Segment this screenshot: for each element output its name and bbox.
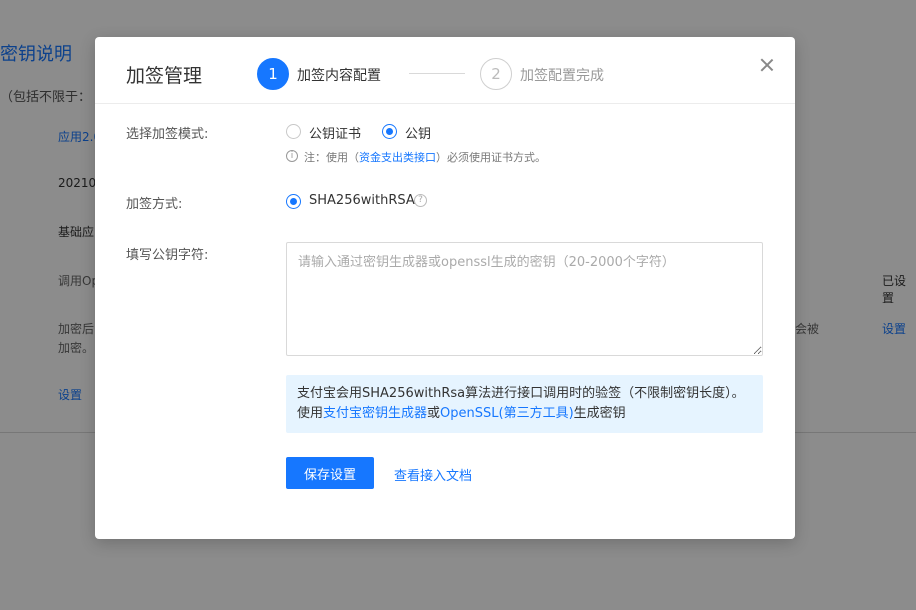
radio-public-key-cert[interactable] (286, 124, 301, 139)
info-text-2: 或 (427, 406, 441, 421)
step-2-label: 加签配置完成 (520, 68, 604, 84)
save-button[interactable]: 保存设置 (286, 457, 374, 489)
question-icon[interactable]: ? (414, 194, 427, 207)
info-box: 支付宝会用SHA256withRsa算法进行接口调用时的验签（不限制密钥长度）。… (286, 375, 763, 433)
public-key-textarea[interactable] (286, 242, 763, 356)
modal-header: 加签管理 1 加签内容配置 2 加签配置完成 (95, 37, 795, 104)
radio-sha256withrsa-label[interactable]: SHA256withRSA (309, 193, 415, 208)
info-text-3: 生成密钥 (573, 406, 626, 421)
key-generator-link[interactable]: 支付宝密钥生成器 (323, 406, 427, 421)
step-2-indicator: 2 (480, 58, 512, 90)
step-1-indicator: 1 (257, 58, 289, 90)
openssl-link[interactable]: OpenSSL(第三方工具) (440, 406, 574, 421)
step-connector (409, 73, 465, 74)
step-1-label: 加签内容配置 (297, 68, 381, 84)
radio-public-key[interactable] (382, 124, 397, 139)
mode-note-prefix: 注：使用（ (304, 151, 359, 164)
radio-public-key-label[interactable]: 公钥 (405, 123, 431, 142)
info-icon: i (286, 150, 298, 162)
mode-note: 注：使用（资金支出类接口）必须使用证书方式。 (304, 149, 546, 165)
fund-expense-api-link[interactable]: 资金支出类接口 (359, 151, 436, 164)
modal-title: 加签管理 (126, 65, 203, 87)
view-docs-link[interactable]: 查看接入文档 (394, 465, 472, 484)
close-icon[interactable] (757, 55, 777, 75)
mode-note-suffix: ）必须使用证书方式。 (436, 151, 546, 164)
radio-public-key-cert-label[interactable]: 公钥证书 (309, 123, 361, 142)
radio-sha256withrsa[interactable] (286, 194, 301, 209)
sign-management-modal: 加签管理 1 加签内容配置 2 加签配置完成 选择加签模式: 公钥证书 公钥 i… (95, 37, 795, 539)
method-label: 加签方式: (126, 197, 183, 212)
mode-label: 选择加签模式: (126, 127, 209, 142)
key-input-label: 填写公钥字符: (126, 248, 209, 263)
